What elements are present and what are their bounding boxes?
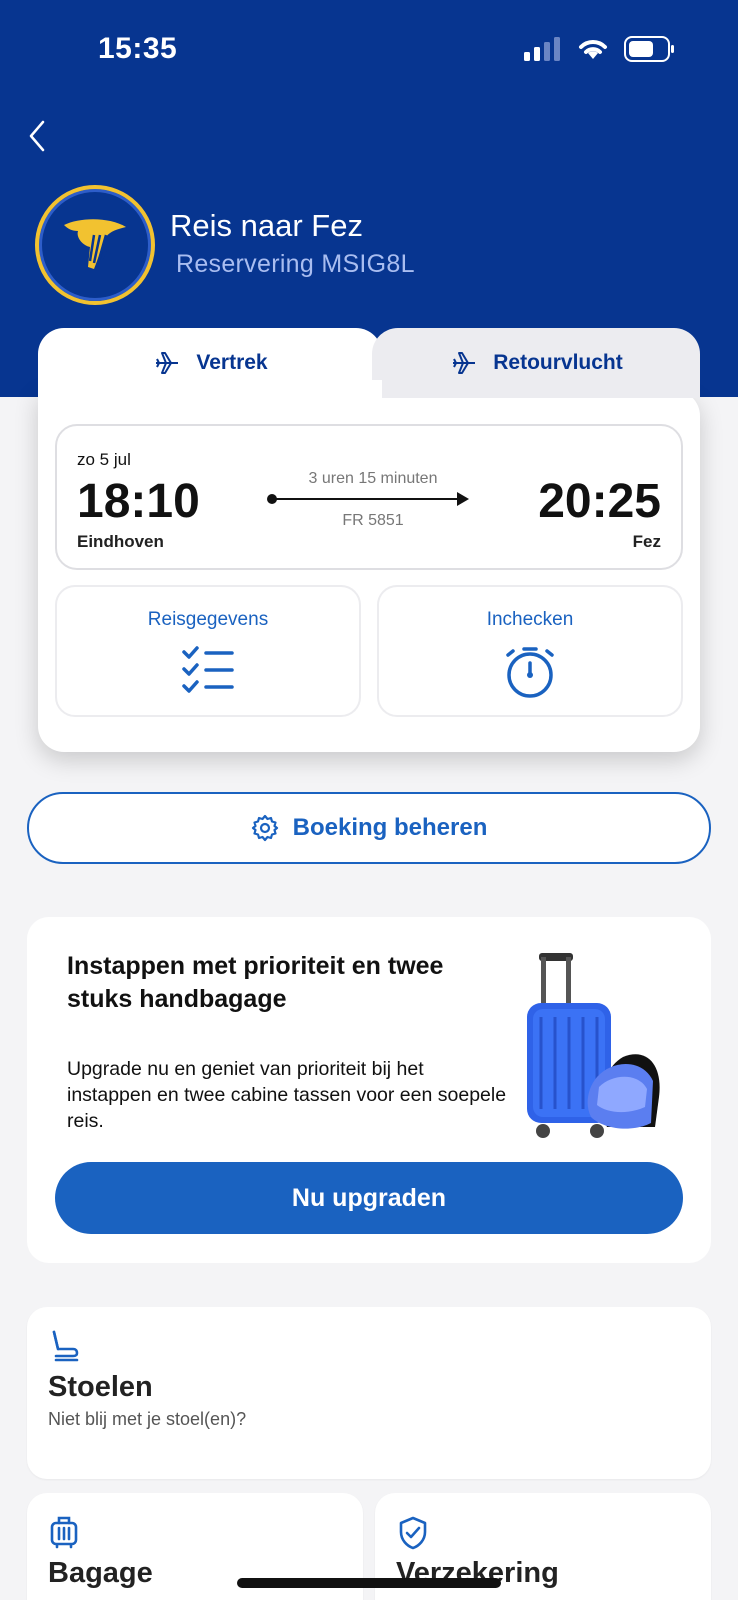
travel-details-button[interactable]: Reisgegevens — [55, 585, 361, 717]
battery-icon — [624, 36, 674, 62]
manage-booking-label: Boeking beheren — [292, 814, 488, 841]
flight-duration: 3 uren 15 minuten — [308, 470, 438, 487]
upgrade-promo-card: Instappen met prioriteit en twee stuks h… — [27, 917, 711, 1263]
luggage-illustration — [527, 947, 677, 1152]
status-icons — [524, 36, 676, 62]
status-time: 15:35 — [98, 32, 178, 65]
checkin-button[interactable]: Inchecken — [377, 585, 683, 717]
tab-connector — [38, 380, 382, 410]
flight-summary[interactable]: zo 5 jul 18:10 Eindhoven 3 uren 15 minut… — [55, 424, 683, 570]
checklist-icon — [180, 645, 236, 700]
harp-logo-icon — [64, 219, 126, 269]
arrival-city: Fez — [632, 532, 661, 551]
arrival-time: 20:25 — [538, 475, 661, 528]
home-indicator[interactable] — [237, 1578, 501, 1588]
seats-subtitle: Niet blij met je stoel(en)? — [48, 1409, 247, 1429]
luggage-icon — [49, 1515, 79, 1554]
departure-city: Eindhoven — [77, 532, 164, 551]
gear-icon — [251, 814, 278, 842]
manage-booking-button[interactable]: Boeking beheren — [27, 792, 711, 864]
route-line — [271, 498, 461, 500]
plane-icon — [156, 352, 179, 374]
departure-time: 18:10 — [77, 475, 200, 528]
seats-title: Stoelen — [48, 1371, 153, 1403]
upgrade-now-button[interactable]: Nu upgraden — [55, 1162, 683, 1234]
booking-reference: Reservering MSIG8L — [176, 250, 415, 278]
checkin-label: Inchecken — [486, 609, 574, 630]
back-button[interactable] — [22, 116, 52, 156]
seat-icon — [49, 1329, 81, 1368]
tab-return-label: Retourvlucht — [493, 351, 623, 374]
tab-return[interactable]: Retourvlucht — [372, 328, 700, 398]
tab-outbound-label: Vertrek — [196, 351, 268, 374]
back-chevron-icon — [29, 120, 45, 152]
airline-logo — [35, 185, 155, 305]
wifi-icon — [579, 40, 607, 59]
promo-title: Instappen met prioriteit en twee stuks h… — [67, 952, 444, 1013]
plane-icon — [453, 352, 476, 374]
flight-number: FR 5851 — [342, 512, 404, 529]
trip-title: Reis naar Fez — [170, 208, 363, 243]
promo-text: Upgrade nu en geniet van prioriteit bij … — [67, 1058, 507, 1132]
shield-check-icon — [397, 1515, 429, 1556]
travel-details-label: Reisgegevens — [147, 609, 269, 630]
stopwatch-icon — [502, 645, 558, 704]
seats-tile[interactable]: Stoelen Niet blij met je stoel(en)? — [27, 1307, 711, 1479]
cellular-signal-icon — [524, 37, 560, 61]
flight-date: zo 5 jul — [77, 450, 131, 469]
bags-title: Bagage — [48, 1557, 153, 1589]
route-arrow-icon — [457, 492, 469, 506]
